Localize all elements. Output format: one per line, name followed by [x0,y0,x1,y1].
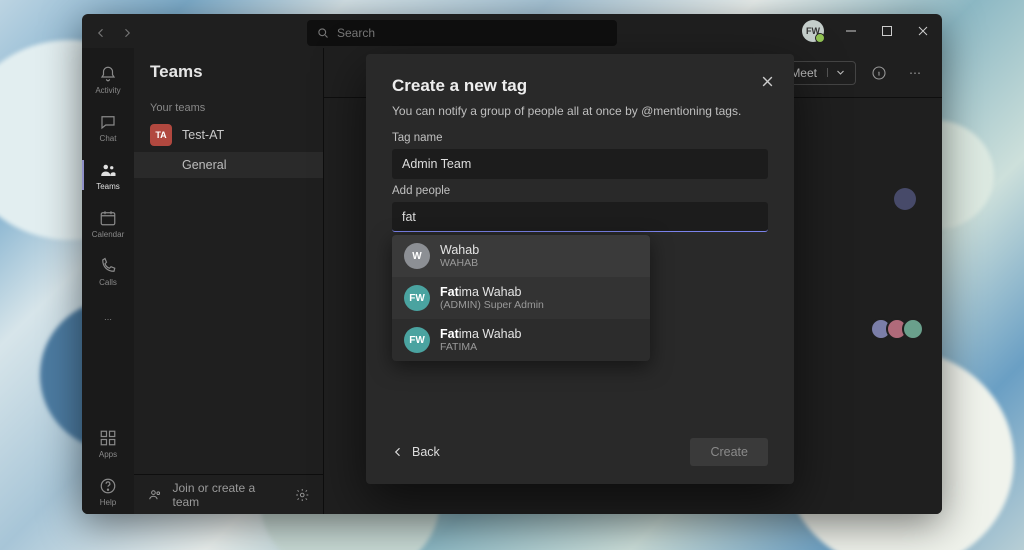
people-suggestions: W Wahab WAHAB FW Fatima Wahab (ADMIN) Su… [392,235,650,361]
suggestion-avatar: FW [404,285,430,311]
suggestion-item[interactable]: W Wahab WAHAB [392,235,650,277]
suggestion-sub: WAHAB [440,257,479,269]
maximize-button[interactable] [870,17,904,45]
add-people-input[interactable] [392,202,768,232]
minimize-button[interactable] [834,17,868,45]
rail-calls[interactable]: Calls [82,248,134,294]
current-user-avatar[interactable]: FW [802,20,824,42]
rail-apps[interactable]: Apps [82,420,134,466]
rail-more[interactable]: ⋯ [82,296,134,342]
tag-name-label: Tag name [392,132,768,144]
app-window: Search FW Activity Chat Teams Calendar C… [82,14,942,514]
sidebar-title: Teams [134,62,323,98]
forward-nav[interactable] [116,22,138,44]
rail-chat[interactable]: Chat [82,104,134,150]
tag-name-input[interactable] [392,149,768,179]
suggestion-sub: FATIMA [440,341,522,353]
back-button[interactable]: Back [392,445,440,459]
member-avatar [894,188,916,210]
modal-close[interactable] [756,70,778,92]
back-nav[interactable] [90,22,112,44]
suggestion-name: Fatima Wahab [440,285,544,299]
search-placeholder: Search [337,26,375,40]
close-button[interactable] [906,17,940,45]
rail-calendar[interactable]: Calendar [82,200,134,246]
team-name: Test-AT [182,128,224,142]
sidebar-section: Your teams [134,98,323,118]
history-nav [90,22,138,44]
rail-help[interactable]: Help [82,468,134,514]
member-avatars [876,318,924,340]
suggestion-name: Wahab [440,243,479,257]
search-input[interactable]: Search [307,20,617,46]
gear-icon[interactable] [295,487,309,503]
join-create-team[interactable]: Join or create a team [134,474,323,514]
team-avatar: TA [150,124,172,146]
titlebar: FW [800,14,942,48]
rail-activity[interactable]: Activity [82,56,134,102]
people-icon [148,487,162,503]
suggestion-sub: (ADMIN) Super Admin [440,299,544,311]
create-button[interactable]: Create [690,438,768,466]
suggestion-item[interactable]: FW Fatima Wahab (ADMIN) Super Admin [392,277,650,319]
team-row[interactable]: TA Test-AT [134,118,323,152]
more-button[interactable]: ⋯ [902,60,928,86]
chevron-left-icon [392,446,404,458]
suggestion-item[interactable]: FW Fatima Wahab FATIMA [392,319,650,361]
chevron-down-icon [836,68,845,77]
search-icon [317,27,329,39]
app-rail: Activity Chat Teams Calendar Calls ⋯ App… [82,48,134,514]
create-tag-modal: Create a new tag You can notify a group … [366,54,794,484]
suggestion-name: Fatima Wahab [440,327,522,341]
modal-title: Create a new tag [392,76,768,96]
add-people-label: Add people [392,185,768,197]
teams-sidebar: Teams Your teams TA Test-AT General Join… [134,48,324,514]
suggestion-avatar: W [404,243,430,269]
suggestion-avatar: FW [404,327,430,353]
rail-teams[interactable]: Teams [82,152,134,198]
info-button[interactable] [866,60,892,86]
channel-general[interactable]: General [134,152,323,178]
modal-subtitle: You can notify a group of people all at … [392,104,768,118]
meet-dropdown[interactable] [827,68,845,77]
